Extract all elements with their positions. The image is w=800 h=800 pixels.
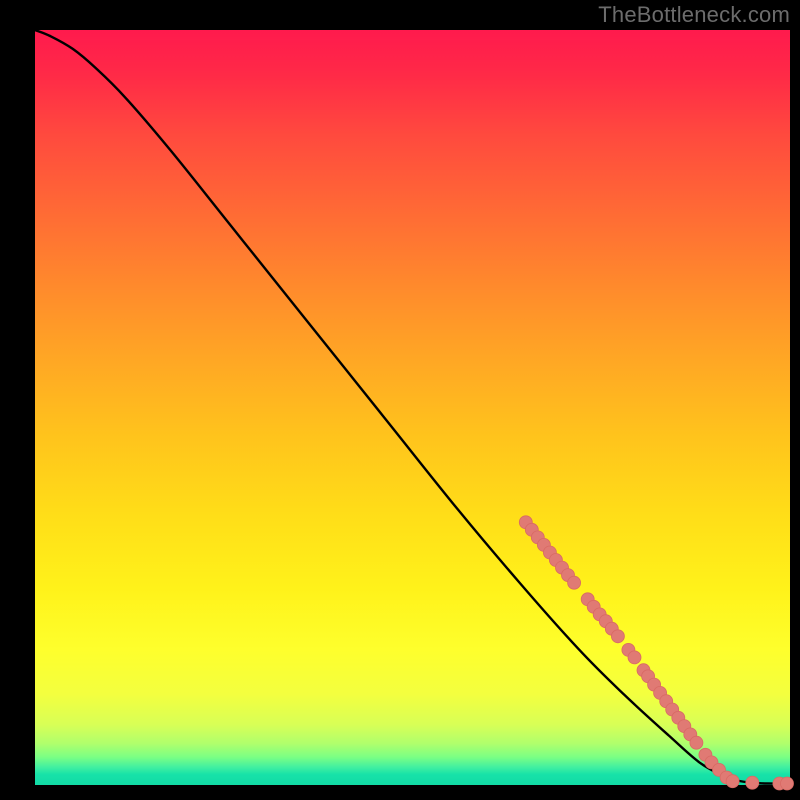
curve-data-points <box>519 516 793 790</box>
data-point <box>726 775 739 788</box>
watermark-source: TheBottleneck.com <box>598 2 790 28</box>
chart-plot-area <box>35 30 790 785</box>
data-point <box>781 777 794 790</box>
data-point <box>690 736 703 749</box>
data-point <box>611 630 624 643</box>
data-point <box>628 651 641 664</box>
curve-line <box>35 30 790 784</box>
bottleneck-curve <box>35 30 790 785</box>
data-point <box>746 776 759 789</box>
data-point <box>568 576 581 589</box>
